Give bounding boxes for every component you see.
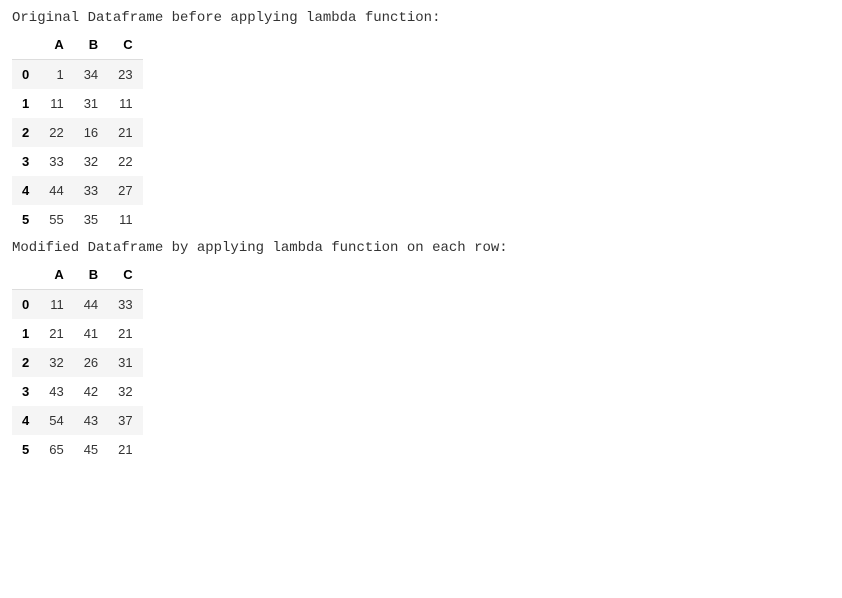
col-header: B bbox=[74, 30, 108, 60]
row-index: 5 bbox=[12, 205, 39, 234]
row-index: 3 bbox=[12, 377, 39, 406]
table-row: 3 33 32 22 bbox=[12, 147, 143, 176]
cell: 31 bbox=[74, 89, 108, 118]
cell: 21 bbox=[108, 435, 142, 464]
cell: 37 bbox=[108, 406, 142, 435]
table-row: 2 32 26 31 bbox=[12, 348, 143, 377]
col-header: C bbox=[108, 30, 142, 60]
cell: 34 bbox=[74, 60, 108, 90]
cell: 22 bbox=[39, 118, 73, 147]
row-index: 0 bbox=[12, 290, 39, 320]
cell: 55 bbox=[39, 205, 73, 234]
table-row: 1 11 31 11 bbox=[12, 89, 143, 118]
cell: 44 bbox=[39, 176, 73, 205]
table-row: 5 55 35 11 bbox=[12, 205, 143, 234]
corner-cell bbox=[12, 30, 39, 60]
cell: 22 bbox=[108, 147, 142, 176]
cell: 45 bbox=[74, 435, 108, 464]
col-header: A bbox=[39, 260, 73, 290]
cell: 16 bbox=[74, 118, 108, 147]
cell: 32 bbox=[74, 147, 108, 176]
cell: 11 bbox=[39, 89, 73, 118]
col-header: C bbox=[108, 260, 142, 290]
cell: 11 bbox=[108, 89, 142, 118]
output-label-before: Original Dataframe before applying lambd… bbox=[12, 10, 830, 26]
row-index: 2 bbox=[12, 118, 39, 147]
cell: 54 bbox=[39, 406, 73, 435]
cell: 65 bbox=[39, 435, 73, 464]
row-index: 4 bbox=[12, 406, 39, 435]
table-row: 5 65 45 21 bbox=[12, 435, 143, 464]
table-row: 1 21 41 21 bbox=[12, 319, 143, 348]
cell: 11 bbox=[39, 290, 73, 320]
cell: 44 bbox=[74, 290, 108, 320]
cell: 11 bbox=[108, 205, 142, 234]
cell: 27 bbox=[108, 176, 142, 205]
cell: 26 bbox=[74, 348, 108, 377]
cell: 31 bbox=[108, 348, 142, 377]
row-index: 0 bbox=[12, 60, 39, 90]
cell: 32 bbox=[39, 348, 73, 377]
cell: 33 bbox=[108, 290, 142, 320]
cell: 43 bbox=[74, 406, 108, 435]
cell: 43 bbox=[39, 377, 73, 406]
row-index: 3 bbox=[12, 147, 39, 176]
cell: 41 bbox=[74, 319, 108, 348]
row-index: 1 bbox=[12, 89, 39, 118]
output-label-after: Modified Dataframe by applying lambda fu… bbox=[12, 240, 830, 256]
table-row: 2 22 16 21 bbox=[12, 118, 143, 147]
table-row: 4 44 33 27 bbox=[12, 176, 143, 205]
row-index: 4 bbox=[12, 176, 39, 205]
row-index: 5 bbox=[12, 435, 39, 464]
cell: 21 bbox=[108, 118, 142, 147]
cell: 21 bbox=[108, 319, 142, 348]
cell: 33 bbox=[74, 176, 108, 205]
cell: 23 bbox=[108, 60, 142, 90]
cell: 42 bbox=[74, 377, 108, 406]
dataframe-modified: A B C 0 11 44 33 1 21 41 21 2 32 26 31 3… bbox=[12, 260, 143, 464]
cell: 33 bbox=[39, 147, 73, 176]
cell: 35 bbox=[74, 205, 108, 234]
dataframe-original: A B C 0 1 34 23 1 11 31 11 2 22 16 21 3 … bbox=[12, 30, 143, 234]
row-index: 1 bbox=[12, 319, 39, 348]
cell: 32 bbox=[108, 377, 142, 406]
table-row: 3 43 42 32 bbox=[12, 377, 143, 406]
cell: 1 bbox=[39, 60, 73, 90]
col-header: B bbox=[74, 260, 108, 290]
row-index: 2 bbox=[12, 348, 39, 377]
col-header: A bbox=[39, 30, 73, 60]
table-row: 4 54 43 37 bbox=[12, 406, 143, 435]
table-row: 0 11 44 33 bbox=[12, 290, 143, 320]
table-row: 0 1 34 23 bbox=[12, 60, 143, 90]
corner-cell bbox=[12, 260, 39, 290]
cell: 21 bbox=[39, 319, 73, 348]
